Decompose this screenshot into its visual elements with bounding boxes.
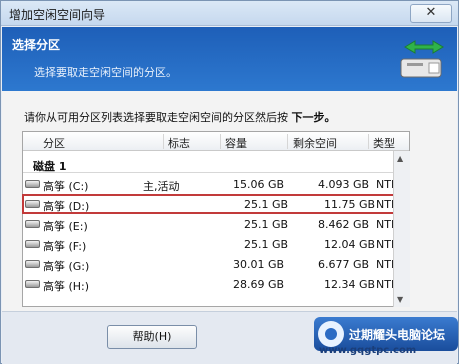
partition-free: 12.04 GB [324, 238, 376, 251]
scroll-down-icon[interactable]: ▼ [397, 295, 403, 304]
wizard-header: 选择分区 选择要取走空闲空间的分区。 [2, 27, 457, 91]
partition-row-d[interactable]: 高筝 (D:) 25.1 GB 11.75 GB NTFS [22, 194, 410, 214]
partition-free: 4.093 GB [318, 178, 370, 191]
partition-row-f[interactable]: 高筝 (F:) 25.1 GB 12.04 GB NTFS [23, 235, 409, 253]
col-free[interactable]: 剩余空间 [293, 135, 337, 151]
partition-row-c[interactable]: 高筝 (C:) 主,活动 15.06 GB 4.093 GB NTFS [23, 175, 409, 193]
vertical-scrollbar[interactable]: ▲ ▼ [393, 151, 410, 307]
partition-name: 高筝 (E:) [43, 220, 88, 233]
help-button[interactable]: 帮助(H) [107, 325, 197, 349]
column-header: 分区 标志 容量 剩余空间 类型 [23, 132, 409, 151]
partition-name: 高筝 (D:) [43, 200, 90, 213]
partition-name: 高筝 (H:) [43, 280, 90, 293]
disk-divider [23, 172, 409, 173]
col-flag[interactable]: 标志 [168, 135, 190, 151]
col-capacity[interactable]: 容量 [225, 135, 247, 151]
partition-row-e[interactable]: 高筝 (E:) 25.1 GB 8.462 GB NTFS [23, 215, 409, 233]
drive-icon [25, 240, 40, 248]
drive-icon [25, 280, 40, 288]
partition-capacity: 25.1 GB [244, 238, 289, 251]
header-title: 选择分区 [12, 38, 61, 52]
partition-name: 高筝 (F:) [43, 240, 87, 253]
title-bar: 增加空闲空间向导 ✕ [1, 1, 458, 26]
partition-free: 12.34 GB [324, 278, 376, 291]
drive-icon [25, 220, 40, 228]
close-button[interactable]: ✕ [410, 4, 452, 23]
partition-free: 11.75 GB [324, 198, 376, 211]
forum-logo-icon [318, 321, 344, 347]
partition-list[interactable]: 分区 标志 容量 剩余空间 类型 磁盘 1 高筝 (C:) 主,活动 15.06… [22, 131, 410, 307]
disk-arrows-icon [400, 40, 444, 78]
instruction-prefix: 请你从可用分区列表选择要取走空闲空间的分区然后按 [24, 111, 292, 124]
partition-name: 高筝 (C:) [43, 180, 89, 193]
content-area: 请你从可用分区列表选择要取走空闲空间的分区然后按 下一步。 分区 标志 容量 剩… [2, 91, 457, 311]
instruction-text: 请你从可用分区列表选择要取走空闲空间的分区然后按 下一步。 [24, 109, 336, 125]
partition-row-h[interactable]: 高筝 (H:) 28.69 GB 12.34 GB NTFS [23, 275, 409, 293]
close-icon: ✕ [425, 5, 437, 20]
watermark-text: 过期耀头电脑论坛 [349, 328, 446, 342]
drive-icon [25, 200, 40, 208]
partition-free: 6.677 GB [318, 258, 370, 271]
instruction-next: 下一步。 [291, 111, 336, 124]
partition-flag: 主,活动 [143, 180, 180, 193]
drive-icon [25, 260, 40, 268]
col-partition[interactable]: 分区 [43, 135, 65, 151]
partition-capacity: 25.1 GB [244, 198, 289, 211]
partition-free: 8.462 GB [318, 218, 370, 231]
wizard-footer: 帮助(H) 过期耀头电脑论坛 [2, 311, 458, 364]
partition-capacity: 25.1 GB [244, 218, 289, 231]
watermark-url: www.gqgtpc.com [319, 345, 417, 356]
partition-name: 高筝 (G:) [43, 260, 90, 273]
partition-row-g[interactable]: 高筝 (G:) 30.01 GB 6.677 GB NTFS [23, 255, 409, 273]
partition-capacity: 28.69 GB [233, 278, 285, 291]
window-title: 增加空闲空间向导 [9, 8, 106, 22]
col-type[interactable]: 类型 [373, 135, 395, 151]
drive-icon [25, 180, 40, 188]
wizard-window: 增加空闲空间向导 ✕ 选择分区 选择要取走空闲空间的分区。 请你从可用分区列表选… [0, 0, 459, 364]
partition-capacity: 15.06 GB [233, 178, 285, 191]
partition-capacity: 30.01 GB [233, 258, 285, 271]
header-subtitle: 选择要取走空闲空间的分区。 [34, 66, 177, 79]
scroll-up-icon[interactable]: ▲ [397, 154, 403, 163]
